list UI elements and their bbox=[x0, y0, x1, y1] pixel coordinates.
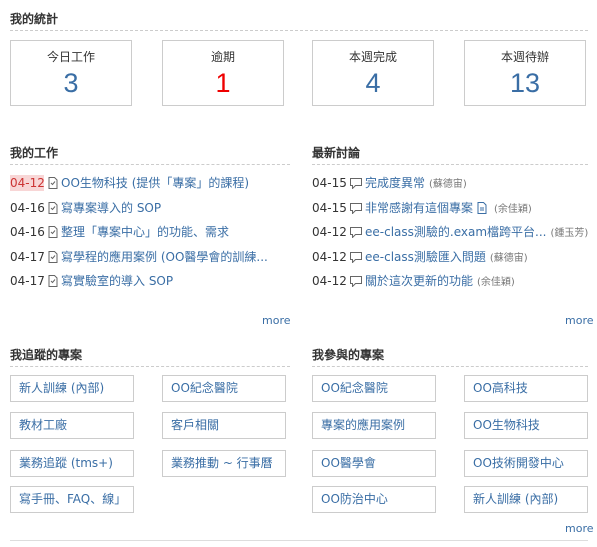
tracked-project[interactable]: 業務推動 ~ 行事曆 bbox=[162, 450, 286, 477]
discussion-list: 04-15 完成度異常 (蘇德宙) 04-15 非常感謝有這個專案 (余佳穎) 04-1… bbox=[312, 175, 594, 298]
chat-icon bbox=[350, 177, 362, 193]
discussion-link[interactable]: 非常感謝有這個專案 bbox=[365, 201, 473, 215]
author-name: (余佳穎) bbox=[477, 277, 515, 288]
item-date: 04-12 bbox=[312, 225, 347, 239]
task-link[interactable]: 整理「專案中心」的功能、需求 bbox=[61, 225, 229, 239]
stat-label: 今日工作 bbox=[46, 50, 95, 64]
doc-icon bbox=[48, 201, 58, 218]
stat-value: 4 bbox=[365, 68, 381, 98]
task-link[interactable]: 寫學程的應用案例 (OO醫學會的訓練... bbox=[61, 250, 268, 264]
list-item[interactable]: 04-16 寫專案導入的 SOP bbox=[10, 200, 300, 225]
item-date: 04-17 bbox=[10, 274, 45, 288]
item-date: 04-16 bbox=[10, 200, 45, 215]
doc-icon bbox=[48, 177, 58, 193]
tracked-project[interactable]: 客戶相關 bbox=[162, 412, 286, 439]
doc-icon bbox=[48, 275, 58, 291]
tracked-project[interactable]: 寫手冊、FAQ、線」 bbox=[10, 486, 134, 513]
tracked-project[interactable]: 新人訓練 (內部) bbox=[10, 375, 134, 402]
list-item[interactable]: 04-16 整理「專案中心」的功能、需求 bbox=[10, 224, 300, 249]
list-item[interactable]: 04-15 完成度異常 (蘇德宙) bbox=[312, 175, 594, 200]
joined-project[interactable]: OO醫學會 bbox=[312, 450, 436, 477]
joined-projects-title: 我參與的專案 bbox=[312, 348, 588, 367]
divider bbox=[10, 540, 588, 541]
joined-project[interactable]: OO紀念醫院 bbox=[312, 375, 436, 402]
task-link[interactable]: OO生物科技 (提供「專案」的課程) bbox=[61, 176, 249, 190]
discussion-link[interactable]: ee-class測驗的.exam檔跨平台... bbox=[365, 225, 546, 239]
list-item[interactable]: 04-12 關於這次更新的功能 (余佳穎) bbox=[312, 273, 594, 298]
list-item[interactable]: 04-15 非常感謝有這個專案 (余佳穎) bbox=[312, 200, 594, 225]
stat-label: 本週完成 bbox=[348, 50, 397, 64]
author-name: (余佳穎) bbox=[494, 203, 532, 215]
list-item[interactable]: 04-17 寫學程的應用案例 (OO醫學會的訓練... bbox=[10, 249, 300, 274]
chat-icon bbox=[350, 251, 362, 267]
list-item[interactable]: 04-12 ee-class測驗的.exam檔跨平台... (鍾玉芳) bbox=[312, 224, 594, 249]
doc-icon bbox=[48, 250, 58, 267]
tracked-projects-title: 我追蹤的專案 bbox=[10, 348, 290, 367]
item-date: 04-15 bbox=[312, 176, 347, 190]
author-name: (鍾玉芳) bbox=[550, 228, 589, 239]
doc-icon bbox=[48, 226, 58, 242]
tracked-project[interactable]: 教材工廠 bbox=[10, 412, 134, 439]
item-date: 04-12 bbox=[312, 249, 347, 264]
my-work-title: 我的工作 bbox=[10, 146, 290, 165]
joined-project[interactable]: OO生物科技 bbox=[464, 412, 588, 439]
joined-projects-more-link[interactable]: more bbox=[565, 522, 594, 535]
item-date: 04-15 bbox=[312, 200, 347, 215]
stat-value: 3 bbox=[63, 68, 79, 98]
chat-icon bbox=[350, 226, 362, 242]
my-work-more-link[interactable]: more bbox=[262, 314, 291, 327]
attachment-doc-icon bbox=[477, 201, 487, 218]
tracked-project[interactable]: OO紀念醫院 bbox=[162, 375, 286, 402]
joined-project[interactable]: OO防治中心 bbox=[312, 486, 436, 513]
stat-overdue[interactable]: 逾期 1 bbox=[162, 40, 284, 106]
stats-title: 我的統計 bbox=[10, 12, 588, 31]
discussion-link[interactable]: 完成度異常 bbox=[365, 176, 425, 190]
stat-value: 1 bbox=[215, 68, 231, 98]
item-date: 04-12 bbox=[10, 175, 45, 191]
chat-icon bbox=[350, 202, 362, 218]
stat-label: 逾期 bbox=[210, 50, 235, 64]
joined-project[interactable]: OO高科技 bbox=[464, 375, 588, 402]
discussions-more-link[interactable]: more bbox=[565, 314, 594, 327]
list-item[interactable]: 04-17 寫實驗室的導入 SOP bbox=[10, 273, 300, 298]
tracked-project[interactable]: 業務追蹤 (tms+) bbox=[10, 450, 134, 477]
discussion-link[interactable]: 關於這次更新的功能 bbox=[365, 274, 473, 288]
author-name: (蘇德宙) bbox=[489, 252, 528, 264]
stat-week-todo[interactable]: 本週待辦 13 bbox=[464, 40, 586, 106]
item-date: 04-16 bbox=[10, 225, 45, 239]
item-date: 04-12 bbox=[312, 274, 347, 288]
stat-today[interactable]: 今日工作 3 bbox=[10, 40, 132, 106]
joined-project[interactable]: OO技術開發中心 bbox=[464, 450, 588, 477]
item-date: 04-17 bbox=[10, 249, 45, 264]
joined-project[interactable]: 專案的應用案例 bbox=[312, 412, 436, 439]
discussions-title: 最新討論 bbox=[312, 146, 588, 165]
discussion-link[interactable]: ee-class測驗匯入問題 bbox=[365, 250, 486, 264]
stat-label: 本週待辦 bbox=[500, 50, 549, 64]
joined-project[interactable]: 新人訓練 (內部) bbox=[464, 486, 588, 513]
list-item[interactable]: 04-12 ee-class測驗匯入問題 (蘇德宙) bbox=[312, 249, 594, 274]
author-name: (蘇德宙) bbox=[429, 179, 467, 190]
task-link[interactable]: 寫實驗室的導入 SOP bbox=[61, 274, 173, 288]
stat-value: 13 bbox=[509, 68, 541, 98]
list-item[interactable]: 04-12 OO生物科技 (提供「專案」的課程) bbox=[10, 175, 300, 200]
stat-week-done[interactable]: 本週完成 4 bbox=[312, 40, 434, 106]
task-link[interactable]: 寫專案導入的 SOP bbox=[61, 201, 161, 215]
chat-icon bbox=[350, 275, 362, 291]
my-work-list: 04-12 OO生物科技 (提供「專案」的課程) 04-16 寫專案導入的 SOP … bbox=[10, 175, 300, 298]
